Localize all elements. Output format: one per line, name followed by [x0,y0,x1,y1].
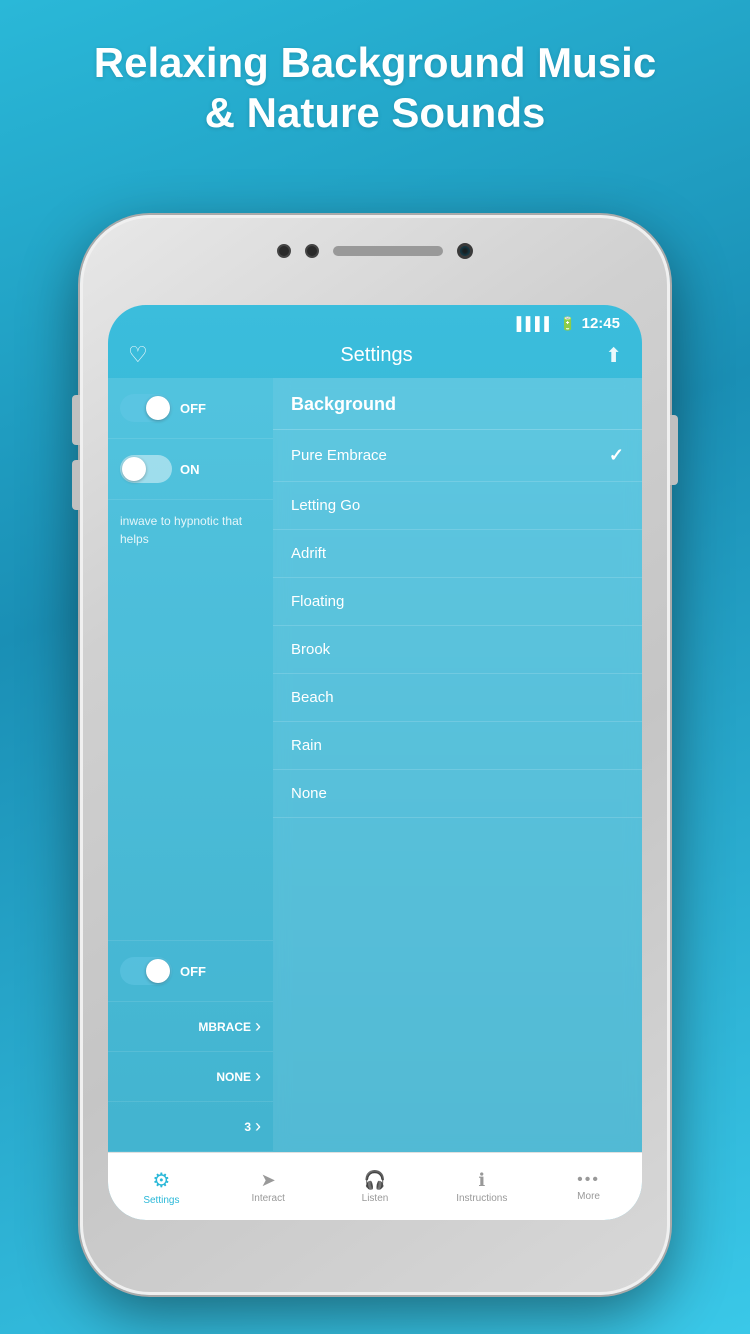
menu-item-0-label: Pure Embrace [291,447,387,464]
app-bar: ♡ Settings ⬆ [108,336,642,378]
option-3-chevron: › [255,1116,261,1137]
menu-item-7-label: None [291,785,327,802]
speaker-grill [333,246,443,256]
menu-item-3-label: Floating [291,593,344,610]
more-tab-icon: ••• [577,1171,600,1189]
status-bar: ▌▌▌▌ 🔋 12:45 [108,305,642,336]
header-title-line2: & Nature Sounds [60,88,690,138]
option-1-chevron: › [255,1016,261,1037]
toggle-row-2: ON [108,439,273,500]
toggle-2-label: ON [180,462,200,477]
settings-tab-icon: ⚙ [152,1168,170,1193]
toggle-3-label: OFF [180,964,206,979]
phone-frame: ▌▌▌▌ 🔋 12:45 ♡ Settings ⬆ [80,215,670,1295]
interact-tab-icon: ➤ [261,1170,276,1191]
front-camera-dot [277,244,291,258]
battery-icon: 🔋 [559,316,575,332]
menu-item-1[interactable]: Letting Go [273,482,642,530]
phone-top-elements [277,243,473,259]
header-section: Relaxing Background Music & Nature Sound… [0,0,750,149]
signal-icon: ▌▌▌▌ [517,316,554,331]
menu-item-7[interactable]: None [273,770,642,818]
menu-item-0[interactable]: Pure Embrace ✓ [273,430,642,482]
left-option-1[interactable]: MBRACE › [108,1002,273,1052]
tab-instructions[interactable]: ℹ Instructions [454,1170,509,1204]
right-panel: Background Pure Embrace ✓ Letting Go Adr… [273,378,642,1152]
option-1-label: MBRACE [198,1020,251,1034]
menu-item-5[interactable]: Beach [273,674,642,722]
toggle-3-knob [146,959,170,983]
front-camera [457,243,473,259]
app-bar-title: Settings [340,344,412,367]
option-2-label: NONE [216,1070,251,1084]
bottom-tab-bar: ⚙ Settings ➤ Interact 🎧 Listen ℹ Instruc… [108,1152,642,1220]
settings-tab-label: Settings [143,1195,179,1206]
menu-item-5-label: Beach [291,689,334,706]
tab-settings[interactable]: ⚙ Settings [134,1168,189,1206]
toggle-1-knob [146,396,170,420]
more-tab-label: More [577,1191,600,1202]
left-option-2[interactable]: NONE › [108,1052,273,1102]
tab-interact[interactable]: ➤ Interact [241,1170,296,1204]
tab-listen[interactable]: 🎧 Listen [347,1170,402,1204]
left-panel: OFF ON inwave to hypnotic that helps [108,378,273,1152]
time-display: 12:45 [582,315,620,332]
left-option-3[interactable]: 3 › [108,1102,273,1152]
phone-wrapper: ▌▌▌▌ 🔋 12:45 ♡ Settings ⬆ [80,215,670,1295]
volume-up-button[interactable] [72,395,80,445]
menu-item-3[interactable]: Floating [273,578,642,626]
listen-tab-label: Listen [362,1193,389,1204]
menu-item-6-label: Rain [291,737,322,754]
toggle-row-3: OFF [108,941,273,1002]
option-3-label: 3 [244,1120,251,1134]
toggle-2-knob [122,457,146,481]
tab-more[interactable]: ••• More [561,1171,616,1202]
menu-item-1-label: Letting Go [291,497,360,514]
interact-tab-label: Interact [252,1193,285,1204]
instructions-tab-label: Instructions [456,1193,507,1204]
heart-icon[interactable]: ♡ [128,342,148,368]
toggle-1[interactable] [120,394,172,422]
toggle-1-label: OFF [180,401,206,416]
toggle-3[interactable] [120,957,172,985]
header-title-line1: Relaxing Background Music [60,38,690,88]
volume-down-button[interactable] [72,460,80,510]
instructions-tab-icon: ℹ [478,1170,485,1191]
left-text-block: inwave to hypnotic that helps [108,500,273,941]
toggle-row-1: OFF [108,378,273,439]
menu-header-text: Background [291,394,396,414]
checkmark-0: ✓ [609,445,624,466]
menu-item-2-label: Adrift [291,545,326,562]
power-button[interactable] [670,415,678,485]
listen-tab-icon: 🎧 [364,1170,386,1191]
menu-item-6[interactable]: Rain [273,722,642,770]
menu-header: Background [273,378,642,430]
camera-dot2 [305,244,319,258]
content-area: OFF ON inwave to hypnotic that helps [108,378,642,1152]
menu-item-2[interactable]: Adrift [273,530,642,578]
toggle-2[interactable] [120,455,172,483]
menu-item-4-label: Brook [291,641,330,658]
option-2-chevron: › [255,1066,261,1087]
share-icon[interactable]: ⬆ [605,343,622,368]
phone-screen: ▌▌▌▌ 🔋 12:45 ♡ Settings ⬆ [108,305,642,1220]
menu-item-4[interactable]: Brook [273,626,642,674]
